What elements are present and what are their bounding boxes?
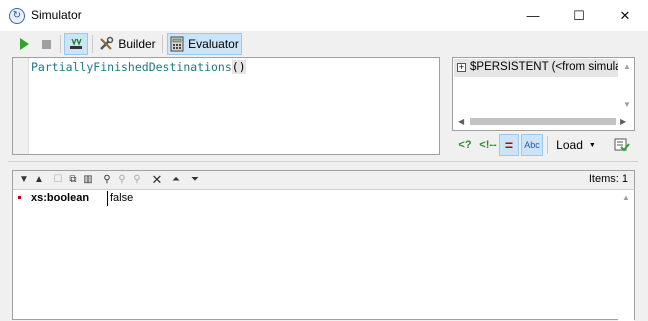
close-button[interactable]: ✕ [602, 0, 648, 31]
load-dropdown[interactable]: Load ▼ [552, 134, 600, 156]
find-icon[interactable]: ⚲ [100, 173, 114, 187]
title-bar: ↻ Simulator — ☐ ✕ [0, 0, 648, 31]
grid-view-icon[interactable]: ▥ [81, 173, 95, 187]
expression-editor[interactable]: PartiallyFinishedDestinations() [12, 57, 440, 155]
run-button[interactable] [14, 33, 34, 55]
builder-label: Builder [118, 37, 156, 51]
expand-icon[interactable]: + [457, 63, 466, 72]
play-icon [19, 38, 29, 50]
auto-evaluate-toggle[interactable] [64, 33, 88, 55]
expression-text[interactable]: PartiallyFinishedDestinations() [31, 60, 246, 74]
toolbar-separator [162, 35, 163, 53]
main-toolbar: Builder Evaluator [0, 31, 648, 57]
items-label: Items: [588, 173, 619, 185]
calculator-icon [170, 36, 184, 52]
builder-tab[interactable]: Builder [96, 33, 158, 55]
abc-toggle[interactable]: Abc [521, 134, 543, 156]
results-toolbar: ▼ ▲ ☐ ⧉ ▥ ⚲ ⚲ ⚲ ✕ ⏶ ⏷ Items: 1 [12, 170, 635, 189]
maximize-button[interactable]: ☐ [556, 0, 602, 31]
collapse-all-icon[interactable]: ▲ [32, 173, 46, 187]
result-value: false [110, 192, 134, 204]
scroll-right-icon[interactable]: ▶ [620, 117, 626, 126]
load-label: Load [556, 138, 583, 152]
validate-icon [614, 138, 630, 152]
minimize-button[interactable]: — [510, 0, 556, 31]
stop-button[interactable] [36, 33, 56, 55]
scroll-left-icon[interactable]: ◀ [458, 117, 464, 126]
validate-button[interactable] [612, 134, 632, 156]
copy-icon[interactable]: ☐ [51, 173, 65, 187]
move-bottom-icon[interactable]: ⏷ [188, 173, 202, 187]
variables-horizontal-scrollbar[interactable]: ◀ ▶ [454, 114, 634, 129]
auto-evaluate-icon [70, 38, 82, 49]
variable-label: $PERSISTENT (<from simulato [470, 61, 618, 73]
move-top-icon[interactable]: ⏶ [169, 173, 183, 187]
step-button[interactable]: <!-- [477, 134, 499, 156]
dropdown-arrow-icon: ▼ [588, 141, 596, 149]
find-next-icon[interactable]: ⚲ [115, 173, 129, 187]
evaluator-tab[interactable]: Evaluator [167, 33, 242, 55]
panel-splitter[interactable] [8, 161, 638, 162]
column-divider[interactable] [107, 191, 108, 206]
scroll-thumb[interactable] [470, 118, 616, 125]
variables-panel[interactable]: + $PERSISTENT (<from simulato ▲ ▼ ◀ ▶ [452, 57, 635, 131]
variable-row[interactable]: + $PERSISTENT (<from simulato [454, 59, 618, 77]
scroll-up-icon[interactable]: ▲ [623, 62, 631, 71]
expand-all-icon[interactable]: ▼ [17, 173, 31, 187]
variables-vertical-scrollbar[interactable]: ▲ ▼ [619, 59, 634, 113]
editor-gutter [13, 58, 29, 154]
find-prev-icon[interactable]: ⚲ [130, 173, 144, 187]
evaluator-label: Evaluator [188, 37, 239, 51]
copy-all-icon[interactable]: ⧉ [66, 173, 80, 187]
result-type: xs:boolean [31, 192, 90, 204]
items-counter: Items: 1 [589, 173, 628, 185]
clear-icon[interactable]: ✕ [150, 173, 164, 187]
toolbar-separator [92, 35, 93, 53]
items-count: 1 [621, 173, 628, 185]
scroll-down-icon[interactable]: ▼ [623, 100, 631, 109]
result-row[interactable]: xs:boolean false [13, 190, 618, 208]
xpath-help-button[interactable]: <? [456, 134, 474, 156]
stop-icon [41, 39, 51, 49]
toolbar-separator [60, 35, 61, 53]
toolbar-separator [547, 136, 548, 154]
scroll-up-icon[interactable]: ▲ [622, 193, 630, 202]
equals-toggle[interactable]: = [499, 134, 519, 156]
expression-parens: () [231, 60, 246, 74]
app-icon: ↻ [9, 8, 25, 24]
tools-icon [100, 36, 114, 50]
window-title: Simulator [31, 8, 82, 22]
bullet-icon [18, 196, 21, 199]
results-vertical-scrollbar[interactable]: ▲ [618, 190, 634, 321]
expression-function: PartiallyFinishedDestinations [31, 60, 232, 74]
results-panel[interactable]: xs:boolean false ▲ [12, 189, 635, 321]
